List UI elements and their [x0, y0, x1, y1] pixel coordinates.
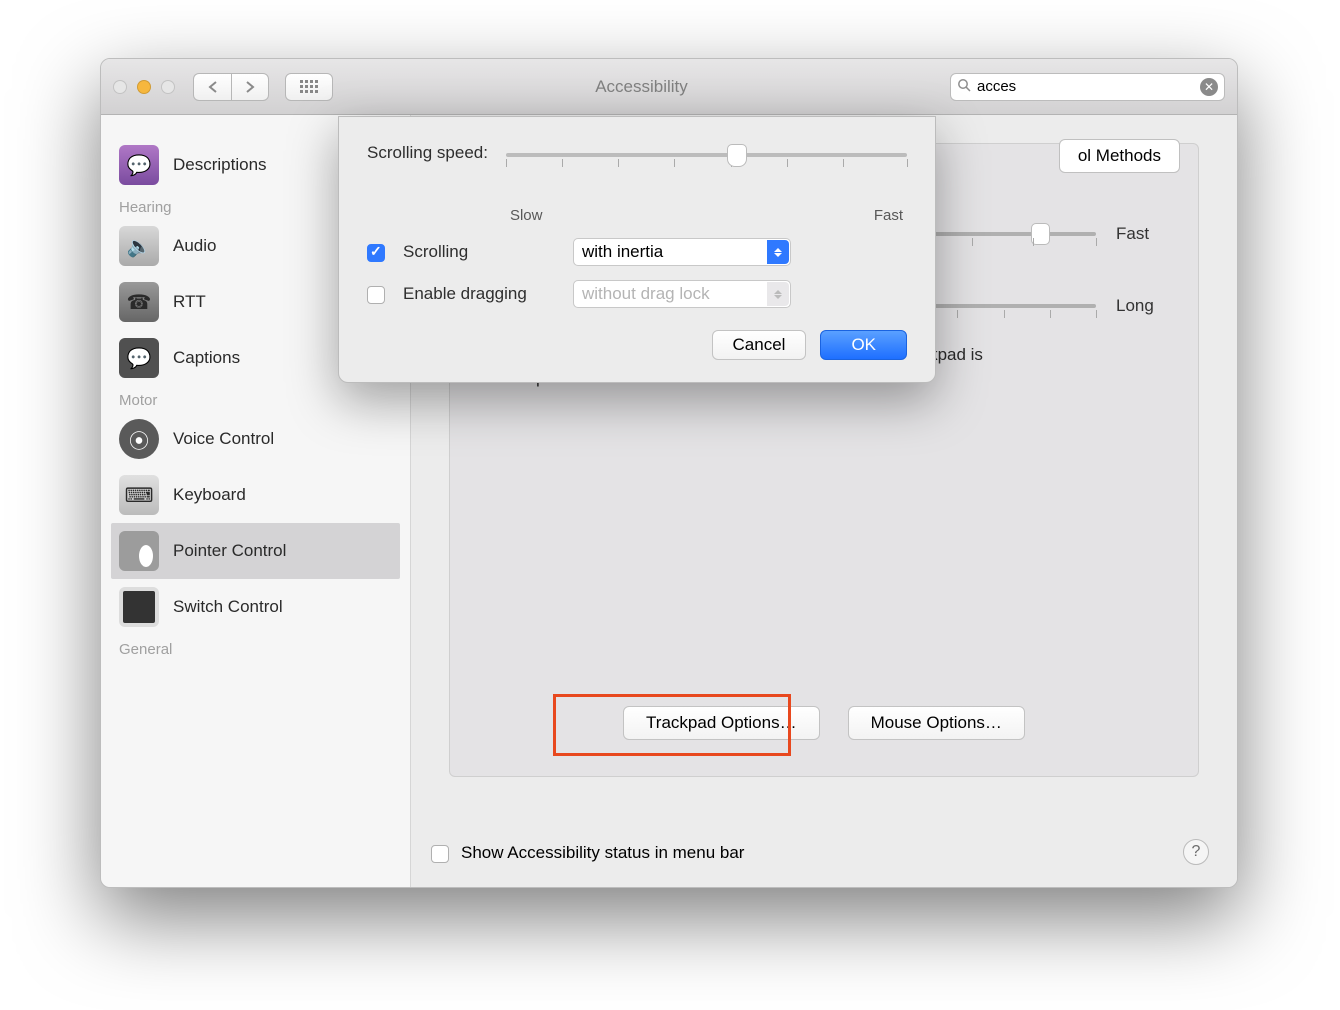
slider-ticks: [911, 238, 1096, 248]
window-title: Accessibility: [343, 77, 940, 97]
trackpad-options-button[interactable]: Trackpad Options…: [623, 706, 820, 740]
trackpad-options-sheet: Scrolling speed: Slow Fast Scrolling wit…: [338, 116, 936, 383]
sidebar-item-label: Switch Control: [173, 597, 283, 617]
sidebar-item-keyboard[interactable]: ⌨ Keyboard: [111, 467, 400, 523]
footer-row: Show Accessibility status in menu bar: [431, 843, 1217, 863]
tab-alternate-control-methods[interactable]: ol Methods: [1059, 139, 1180, 173]
show-status-label: Show Accessibility status in menu bar: [461, 843, 744, 863]
window-toolbar: Accessibility ✕: [101, 59, 1237, 115]
options-buttons-row: Trackpad Options… Mouse Options…: [450, 706, 1198, 740]
scrolling-enable-row: Scrolling with inertia: [367, 238, 907, 266]
sheet-actions: Cancel OK: [367, 330, 907, 360]
scrolling-checkbox[interactable]: [367, 244, 385, 262]
close-window-button[interactable]: [113, 80, 127, 94]
sidebar-item-label: Descriptions: [173, 155, 267, 175]
scrolling-speed-slider[interactable]: [506, 143, 907, 175]
mouse-options-button[interactable]: Mouse Options…: [848, 706, 1025, 740]
voice-control-icon: ⦿: [119, 419, 159, 459]
sidebar-item-label: Voice Control: [173, 429, 274, 449]
chevron-updown-icon: [767, 240, 789, 264]
sidebar-item-label: RTT: [173, 292, 206, 312]
speaker-icon: 🔈: [119, 226, 159, 266]
enable-dragging-row: Enable dragging without drag lock: [367, 280, 907, 308]
sidebar-item-label: Audio: [173, 236, 216, 256]
tracking-speed-slider[interactable]: [911, 232, 1096, 236]
descriptions-icon: 💬: [119, 145, 159, 185]
search-input[interactable]: [977, 78, 1194, 95]
fast-label: Fast: [874, 207, 903, 224]
zoom-window-button[interactable]: [161, 80, 175, 94]
slow-label: Slow: [510, 207, 543, 224]
double-click-slider[interactable]: [911, 304, 1096, 308]
minimize-window-button[interactable]: [137, 80, 151, 94]
cancel-button[interactable]: Cancel: [712, 330, 807, 360]
scrolling-speed-row: Scrolling speed: Slow Fast: [367, 143, 907, 224]
sidebar-item-label: Captions: [173, 348, 240, 368]
ok-button[interactable]: OK: [820, 330, 907, 360]
help-button[interactable]: ?: [1183, 839, 1209, 865]
sidebar-item-switch-control[interactable]: Switch Control: [111, 579, 400, 635]
dragging-mode-popup: without drag lock: [573, 280, 791, 308]
scrolling-speed-legend: Slow Fast: [506, 207, 907, 224]
rtt-icon: ☎: [119, 282, 159, 322]
sidebar-item-label: Keyboard: [173, 485, 246, 505]
dragging-mode-value: without drag lock: [582, 284, 710, 304]
show-all-prefs-button[interactable]: [285, 73, 333, 101]
enable-dragging-checkbox[interactable]: [367, 286, 385, 304]
clear-search-button[interactable]: ✕: [1200, 78, 1218, 96]
scrolling-mode-value: with inertia: [582, 242, 663, 262]
slider-long-label: Long: [1116, 296, 1168, 316]
nav-back-forward: [193, 73, 269, 101]
pointer-icon: [119, 531, 159, 571]
search-field[interactable]: ✕: [950, 73, 1225, 101]
traffic-lights: [113, 80, 175, 94]
chevron-updown-icon: [767, 282, 789, 306]
forward-button[interactable]: [231, 73, 269, 101]
sidebar-item-voice-control[interactable]: ⦿ Voice Control: [111, 411, 400, 467]
slider-thumb[interactable]: [727, 144, 747, 167]
show-status-checkbox[interactable]: [431, 845, 449, 863]
search-icon: [957, 78, 971, 95]
sidebar-item-label: Pointer Control: [173, 541, 286, 561]
sidebar-group-motor: Motor: [111, 386, 400, 411]
tab-label: ol Methods: [1078, 146, 1161, 165]
sidebar-group-general: General: [111, 635, 400, 660]
scrolling-mode-popup[interactable]: with inertia: [573, 238, 791, 266]
enable-dragging-label: Enable dragging: [403, 284, 555, 304]
scrolling-label: Scrolling: [403, 242, 555, 262]
keyboard-icon: ⌨: [119, 475, 159, 515]
switch-control-icon: [119, 587, 159, 627]
back-button[interactable]: [193, 73, 231, 101]
captions-icon: 💬: [119, 338, 159, 378]
slider-ticks: [911, 310, 1096, 320]
sidebar-item-pointer-control[interactable]: Pointer Control: [111, 523, 400, 579]
grid-icon: [300, 80, 318, 93]
slider-fast-label: Fast: [1116, 224, 1168, 244]
scrolling-speed-label: Scrolling speed:: [367, 143, 488, 163]
